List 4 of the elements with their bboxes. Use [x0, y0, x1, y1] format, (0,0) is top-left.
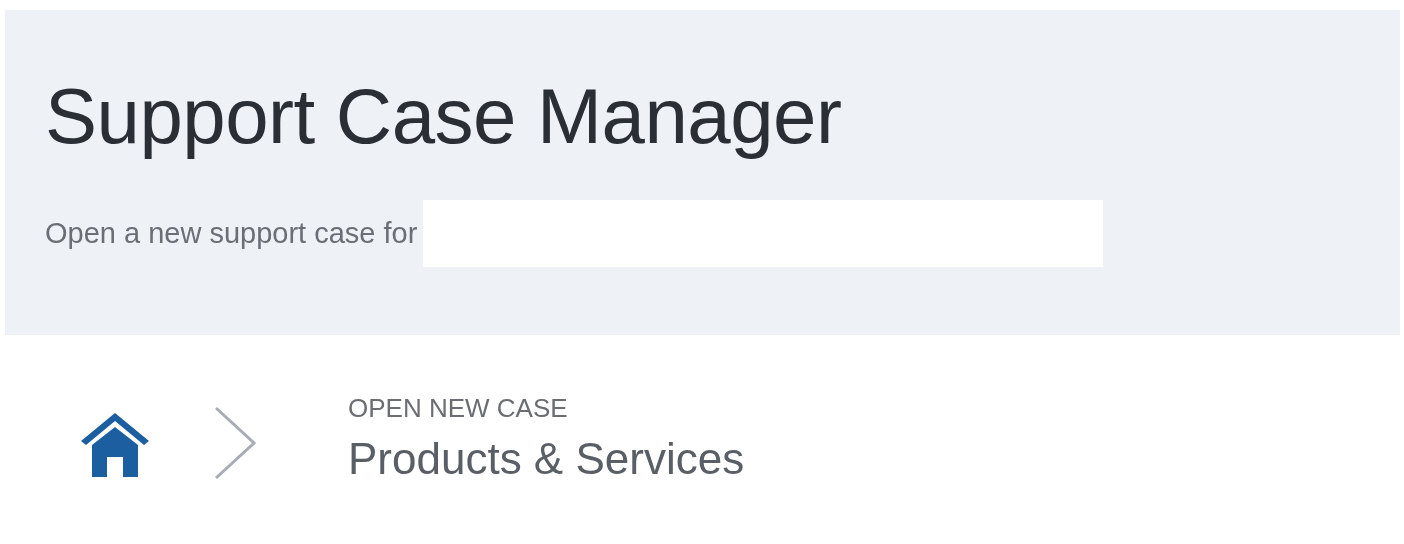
breadcrumb-page: Products & Services — [348, 434, 745, 484]
page-title: Support Case Manager — [45, 74, 843, 160]
subtitle: Open a new support case for — [45, 216, 418, 250]
breadcrumb-step: OPEN NEW CASE — [348, 393, 745, 424]
